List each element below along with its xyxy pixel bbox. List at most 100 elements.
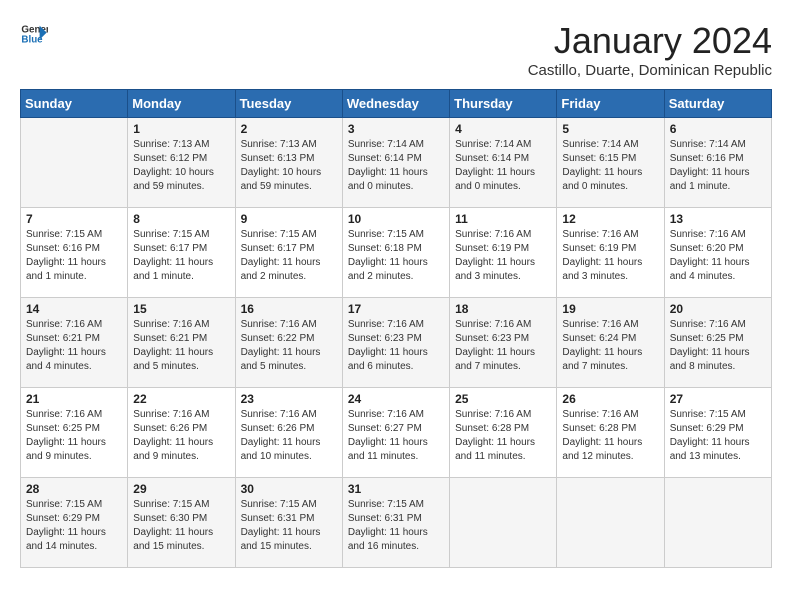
day-info: Sunrise: 7:14 AMSunset: 6:14 PMDaylight:… [455,138,551,194]
calendar-cell: 17Sunrise: 7:16 AMSunset: 6:23 PMDayligh… [342,298,449,388]
calendar-cell: 21Sunrise: 7:16 AMSunset: 6:25 PMDayligh… [21,388,128,478]
day-info: Sunrise: 7:15 AMSunset: 6:17 PMDaylight:… [241,228,337,284]
calendar-cell: 22 Sunrise: 7:16 AMSunset: 6:26 PMDayligh… [128,388,235,478]
day-info: Sunrise: 7:13 AMSunset: 6:13 PMDaylight:… [241,138,337,194]
day-number: 13 [670,212,766,226]
day-info: Sunrise: 7:16 AMSunset: 6:26 PMDaylight:… [133,408,229,464]
title-area: January 2024 Castillo, Duarte, Dominican… [528,20,772,79]
calendar-cell [450,478,557,568]
day-info: Sunrise: 7:14 AMSunset: 6:16 PMDaylight:… [670,138,766,194]
calendar-week-row: 14 Sunrise: 7:16 AMSunset: 6:21 PMDayligh… [21,298,772,388]
calendar-cell: 5Sunrise: 7:14 AMSunset: 6:15 PMDaylight… [557,118,664,208]
day-number: 18 [455,302,551,316]
day-number: 22 [133,392,229,406]
calendar-cell: 20Sunrise: 7:16 AMSunset: 6:25 PMDayligh… [664,298,771,388]
day-number: 24 [348,392,444,406]
calendar-cell: 18 Sunrise: 7:16 AMSunset: 6:23 PMDayligh… [450,298,557,388]
weekday-monday: Monday [128,90,235,118]
calendar-cell: 24 Sunrise: 7:16 AMSunset: 6:27 PMDayligh… [342,388,449,478]
day-info: Sunrise: 7:16 AMSunset: 6:28 PMDaylight:… [455,408,551,464]
day-info: Sunrise: 7:16 AMSunset: 6:26 PMDaylight:… [241,408,337,464]
day-number: 15 [133,302,229,316]
day-info: Sunrise: 7:16 AMSunset: 6:28 PMDaylight:… [562,408,658,464]
day-number: 23 [241,392,337,406]
day-number: 9 [241,212,337,226]
day-number: 19 [562,302,658,316]
day-number: 6 [670,122,766,136]
calendar-cell: 9 Sunrise: 7:15 AMSunset: 6:17 PMDaylight… [235,208,342,298]
calendar-cell: 27Sunrise: 7:15 AMSunset: 6:29 PMDayligh… [664,388,771,478]
calendar-cell: 4 Sunrise: 7:14 AMSunset: 6:14 PMDaylight… [450,118,557,208]
day-info: Sunrise: 7:13 AMSunset: 6:12 PMDaylight:… [133,138,229,194]
day-info: Sunrise: 7:14 AMSunset: 6:14 PMDaylight:… [348,138,444,194]
day-info: Sunrise: 7:15 AMSunset: 6:17 PMDaylight:… [133,228,229,284]
day-number: 31 [348,482,444,496]
calendar-week-row: 28Sunrise: 7:15 AMSunset: 6:29 PMDayligh… [21,478,772,568]
calendar-cell: 12 Sunrise: 7:16 AMSunset: 6:19 PMDayligh… [557,208,664,298]
day-number: 8 [133,212,229,226]
calendar-cell: 1 Sunrise: 7:13 AMSunset: 6:12 PMDaylight… [128,118,235,208]
day-number: 4 [455,122,551,136]
calendar-cell: 28Sunrise: 7:15 AMSunset: 6:29 PMDayligh… [21,478,128,568]
calendar-body: 1 Sunrise: 7:13 AMSunset: 6:12 PMDaylight… [21,118,772,568]
weekday-tuesday: Tuesday [235,90,342,118]
day-info: Sunrise: 7:15 AMSunset: 6:29 PMDaylight:… [670,408,766,464]
month-title: January 2024 [528,20,772,62]
calendar-week-row: 1 Sunrise: 7:13 AMSunset: 6:12 PMDaylight… [21,118,772,208]
calendar-cell: 3 Sunrise: 7:14 AMSunset: 6:14 PMDaylight… [342,118,449,208]
day-number: 25 [455,392,551,406]
day-info: Sunrise: 7:15 AMSunset: 6:30 PMDaylight:… [133,498,229,554]
calendar-cell [21,118,128,208]
calendar-cell: 7 Sunrise: 7:15 AMSunset: 6:16 PMDaylight… [21,208,128,298]
day-number: 11 [455,212,551,226]
day-info: Sunrise: 7:15 AMSunset: 6:16 PMDaylight:… [26,228,122,284]
day-info: Sunrise: 7:16 AMSunset: 6:23 PMDaylight:… [455,318,551,374]
day-info: Sunrise: 7:16 AMSunset: 6:21 PMDaylight:… [133,318,229,374]
day-info: Sunrise: 7:15 AMSunset: 6:18 PMDaylight:… [348,228,444,284]
calendar-cell: 6 Sunrise: 7:14 AMSunset: 6:16 PMDaylight… [664,118,771,208]
day-info: Sunrise: 7:16 AMSunset: 6:19 PMDaylight:… [562,228,658,284]
day-info: Sunrise: 7:16 AMSunset: 6:24 PMDaylight:… [562,318,658,374]
calendar-week-row: 21Sunrise: 7:16 AMSunset: 6:25 PMDayligh… [21,388,772,478]
day-info: Sunrise: 7:15 AMSunset: 6:31 PMDaylight:… [348,498,444,554]
calendar-cell: 2 Sunrise: 7:13 AMSunset: 6:13 PMDaylight… [235,118,342,208]
logo-icon: General Blue [20,20,48,48]
calendar-cell: 26Sunrise: 7:16 AMSunset: 6:28 PMDayligh… [557,388,664,478]
day-number: 2 [241,122,337,136]
weekday-friday: Friday [557,90,664,118]
day-number: 29 [133,482,229,496]
calendar-cell: 25 Sunrise: 7:16 AMSunset: 6:28 PMDayligh… [450,388,557,478]
calendar-cell: 16 Sunrise: 7:16 AMSunset: 6:22 PMDayligh… [235,298,342,388]
day-number: 16 [241,302,337,316]
day-number: 14 [26,302,122,316]
calendar-cell: 19 Sunrise: 7:16 AMSunset: 6:24 PMDayligh… [557,298,664,388]
day-number: 10 [348,212,444,226]
day-number: 21 [26,392,122,406]
day-number: 1 [133,122,229,136]
calendar-cell: 13 Sunrise: 7:16 AMSunset: 6:20 PMDayligh… [664,208,771,298]
day-number: 28 [26,482,122,496]
weekday-saturday: Saturday [664,90,771,118]
logo: General Blue [20,20,48,48]
day-number: 12 [562,212,658,226]
day-number: 3 [348,122,444,136]
calendar-cell: 14Sunrise: 7:16 AMSunset: 6:21 PMDayligh… [21,298,128,388]
calendar-cell: 31 Sunrise: 7:15 AMSunset: 6:31 PMDayligh… [342,478,449,568]
calendar-cell: 15 Sunrise: 7:16 AMSunset: 6:21 PMDayligh… [128,298,235,388]
day-info: Sunrise: 7:16 AMSunset: 6:27 PMDaylight:… [348,408,444,464]
calendar-cell: 8 Sunrise: 7:15 AMSunset: 6:17 PMDaylight… [128,208,235,298]
day-number: 30 [241,482,337,496]
weekday-thursday: Thursday [450,90,557,118]
day-info: Sunrise: 7:14 AMSunset: 6:15 PMDaylight:… [562,138,658,194]
day-info: Sunrise: 7:16 AMSunset: 6:20 PMDaylight:… [670,228,766,284]
day-info: Sunrise: 7:16 AMSunset: 6:23 PMDaylight:… [348,318,444,374]
header: General Blue January 2024 Castillo, Duar… [20,20,772,79]
day-info: Sunrise: 7:15 AMSunset: 6:31 PMDaylight:… [241,498,337,554]
day-info: Sunrise: 7:16 AMSunset: 6:25 PMDaylight:… [670,318,766,374]
calendar-cell: 10 Sunrise: 7:15 AMSunset: 6:18 PMDayligh… [342,208,449,298]
weekday-sunday: Sunday [21,90,128,118]
day-number: 7 [26,212,122,226]
weekday-header-row: SundayMondayTuesdayWednesdayThursdayFrid… [21,90,772,118]
day-info: Sunrise: 7:16 AMSunset: 6:22 PMDaylight:… [241,318,337,374]
location: Castillo, Duarte, Dominican Republic [528,62,772,79]
